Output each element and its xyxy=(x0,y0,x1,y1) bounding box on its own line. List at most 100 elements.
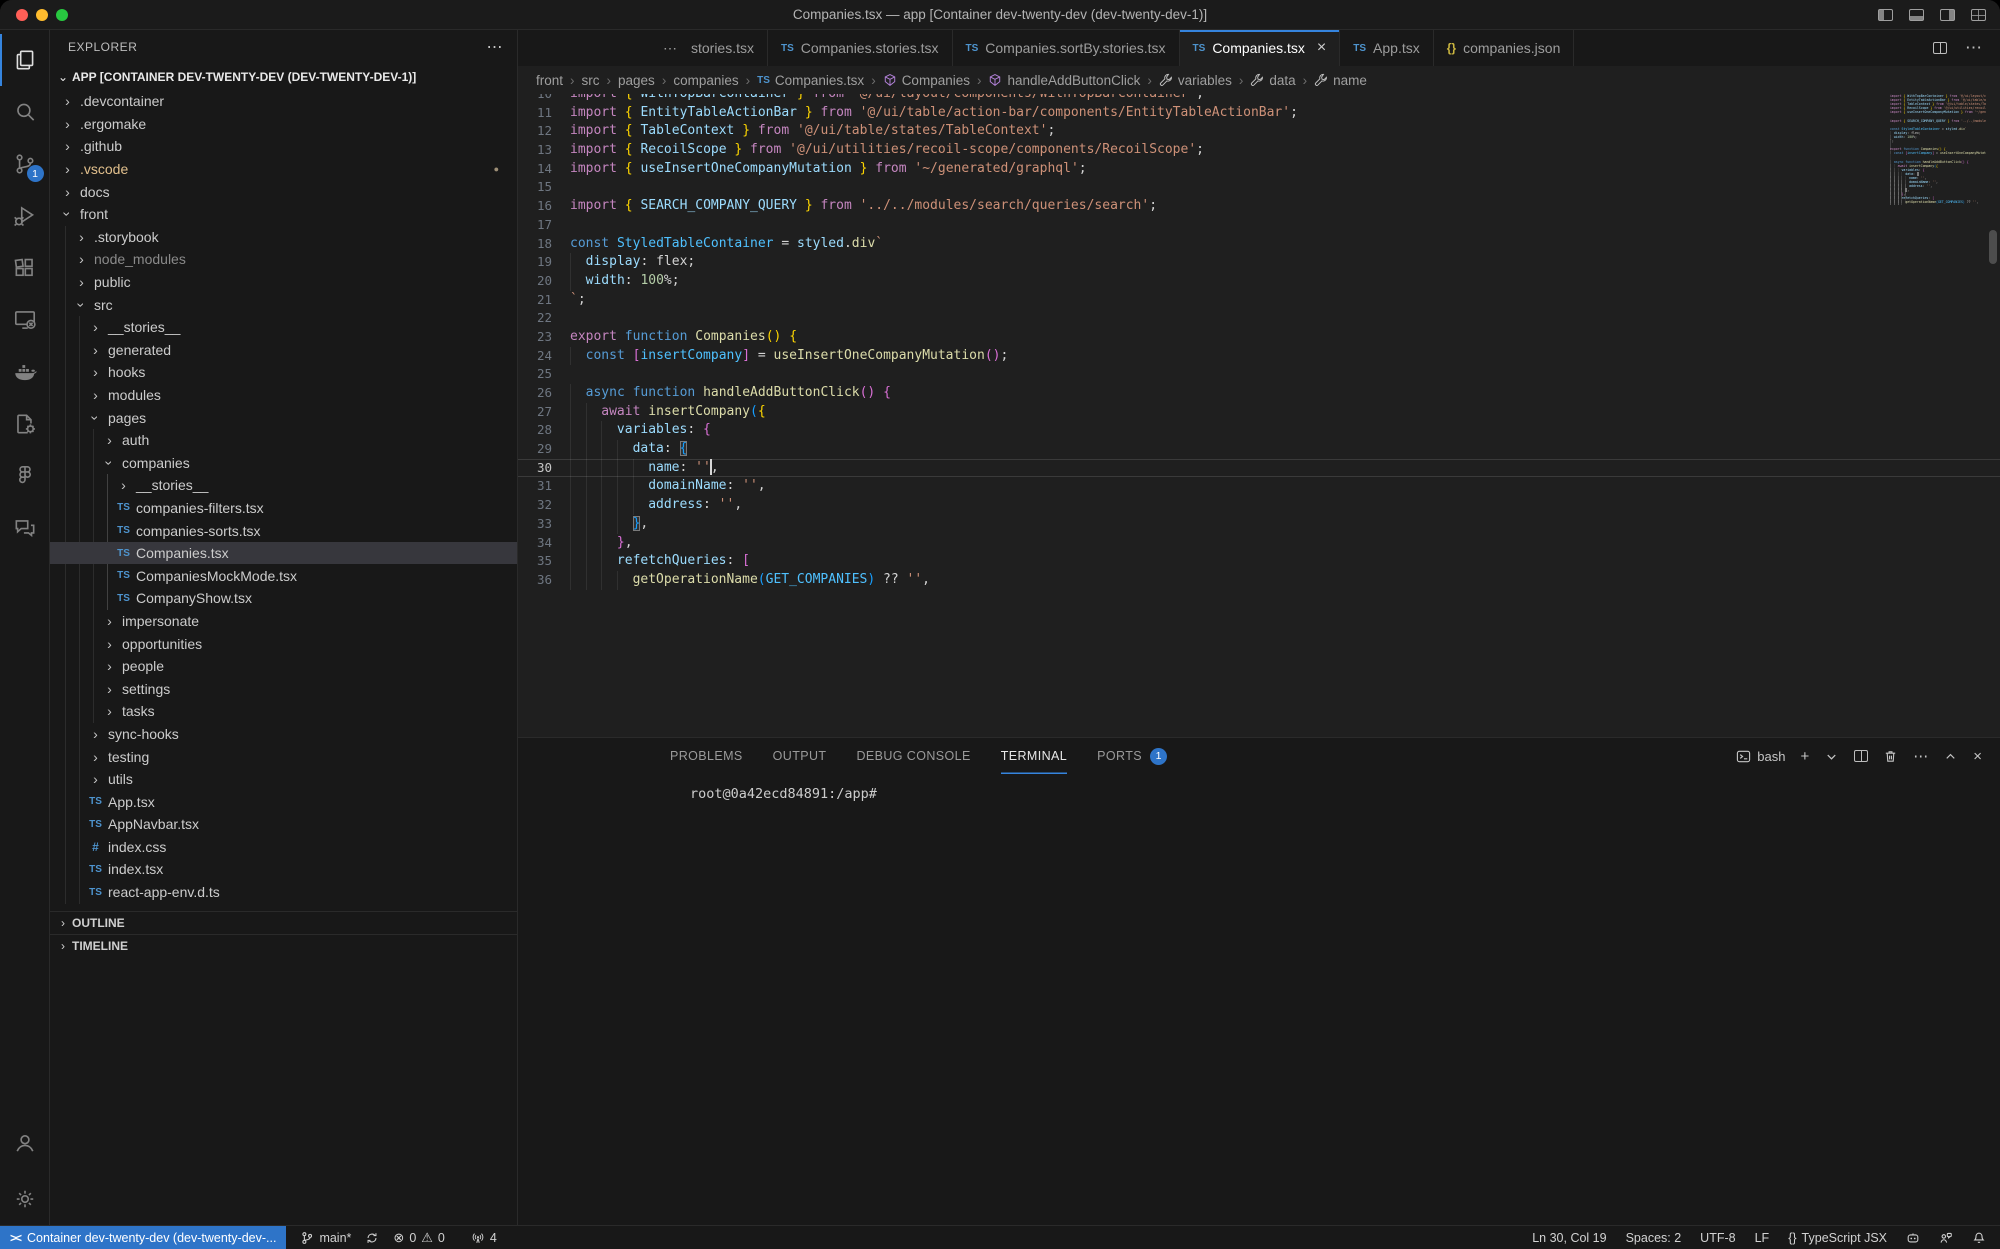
tree-item-tasks[interactable]: ›tasks xyxy=(50,700,517,723)
editor-scrollbar[interactable] xyxy=(1989,230,1997,264)
tab-stories-tsx[interactable]: ⋯stories.tsx xyxy=(518,30,768,66)
tree-item-docs[interactable]: ›docs xyxy=(50,180,517,203)
tree-item-stories[interactable]: ›__stories__ xyxy=(50,474,517,497)
breadcrumb-item-handleaddbuttonclick[interactable]: handleAddButtonClick xyxy=(988,73,1140,88)
tree-item-appnavbar-tsx[interactable]: TSAppNavbar.tsx xyxy=(50,813,517,836)
feedback-button[interactable] xyxy=(1939,1231,1953,1245)
close-window-button[interactable] xyxy=(16,9,28,21)
tree-item-node-modules[interactable]: ›node_modules xyxy=(50,248,517,271)
breadcrumb-item-name[interactable]: name xyxy=(1314,73,1367,88)
activity-item-settings[interactable] xyxy=(0,1173,50,1225)
timeline-section[interactable]: › TIMELINE xyxy=(50,934,517,957)
breadcrumb-item-variables[interactable]: variables xyxy=(1159,73,1232,88)
ports-indicator[interactable]: 4 xyxy=(471,1231,497,1245)
tree-item-generated[interactable]: ›generated xyxy=(50,339,517,362)
tree-item-front[interactable]: ›front xyxy=(50,203,517,226)
split-terminal-icon[interactable] xyxy=(1854,750,1868,762)
tree-item-vscode[interactable]: ›.vscode● xyxy=(50,158,517,181)
tree-item-companyshow-tsx[interactable]: TSCompanyShow.tsx xyxy=(50,587,517,610)
toggle-secondary-sidebar-icon[interactable] xyxy=(1940,9,1955,21)
tree-item-sync-hooks[interactable]: ›sync-hooks xyxy=(50,723,517,746)
tree-item-storybook[interactable]: ›.storybook xyxy=(50,226,517,249)
problems-indicator[interactable]: ⊗ 0 ⚠ 0 xyxy=(393,1230,444,1246)
sidebar-section-header[interactable]: ⌄ APP [CONTAINER DEV-TWENTY-DEV (DEV-TWE… xyxy=(50,64,517,90)
tree-item-people[interactable]: ›people xyxy=(50,655,517,678)
tree-item-companies-tsx[interactable]: TSCompanies.tsx xyxy=(50,542,517,565)
tree-item-app-tsx[interactable]: TSApp.tsx xyxy=(50,790,517,813)
breadcrumb-item-pages[interactable]: pages xyxy=(618,73,655,88)
terminal-shell-picker[interactable]: bash xyxy=(1736,749,1785,764)
tree-item-auth[interactable]: ›auth xyxy=(50,429,517,452)
panel-tab-ports[interactable]: PORTS1 xyxy=(1097,738,1167,774)
activity-item-accounts[interactable] xyxy=(0,1117,50,1169)
tree-item-github[interactable]: ›.github xyxy=(50,135,517,158)
tree-item-hooks[interactable]: ›hooks xyxy=(50,361,517,384)
panel-tab-output[interactable]: OUTPUT xyxy=(773,738,827,774)
code-editor[interactable]: 10import { WithTopBarContainer } from '@… xyxy=(518,94,2000,737)
breadcrumb-item-companies[interactable]: companies xyxy=(673,73,738,88)
indentation-setting[interactable]: Spaces: 2 xyxy=(1626,1231,1682,1245)
close-panel-icon[interactable]: × xyxy=(1973,748,1982,765)
activity-item-task-runner[interactable] xyxy=(0,398,50,450)
panel-tab-problems[interactable]: PROBLEMS xyxy=(670,738,743,774)
minimap[interactable]: import { WithTopBarContainer } from '@/u… xyxy=(1890,94,1986,205)
tree-item-stories[interactable]: ›__stories__ xyxy=(50,316,517,339)
sync-changes-button[interactable] xyxy=(365,1231,379,1245)
tree-item-react-app-env-d-ts[interactable]: TSreact-app-env.d.ts xyxy=(50,881,517,904)
panel-tab-terminal[interactable]: TERMINAL xyxy=(1001,738,1067,774)
zoom-window-button[interactable] xyxy=(56,9,68,21)
breadcrumb-item-companies[interactable]: Companies xyxy=(883,73,970,88)
tree-item-index-tsx[interactable]: TSindex.tsx xyxy=(50,858,517,881)
activity-item-search[interactable] xyxy=(0,86,50,138)
activity-item-docker[interactable] xyxy=(0,346,50,398)
activity-item-remote-explorer[interactable] xyxy=(0,294,50,346)
encoding-setting[interactable]: UTF-8 xyxy=(1700,1231,1735,1245)
terminal-dropdown-icon[interactable] xyxy=(1824,749,1839,764)
activity-item-figma[interactable] xyxy=(0,450,50,502)
outline-section[interactable]: › OUTLINE xyxy=(50,911,517,934)
maximize-panel-icon[interactable] xyxy=(1943,749,1958,764)
copilot-status[interactable] xyxy=(1906,1231,1920,1245)
tree-item-index-css[interactable]: #index.css xyxy=(50,836,517,859)
editor-more-actions-icon[interactable]: ⋯ xyxy=(1965,38,1982,58)
tab-companies-tsx[interactable]: TSCompanies.tsx× xyxy=(1180,30,1341,66)
toggle-panel-icon[interactable] xyxy=(1909,9,1924,21)
breadcrumb-item-front[interactable]: front xyxy=(536,73,563,88)
tree-item-companies-filters-tsx[interactable]: TScompanies-filters.tsx xyxy=(50,497,517,520)
tree-item-devcontainer[interactable]: ›.devcontainer xyxy=(50,90,517,113)
new-terminal-icon[interactable]: + xyxy=(1800,748,1809,765)
tab-companies-stories-tsx[interactable]: TSCompanies.stories.tsx xyxy=(768,30,953,66)
branch-indicator[interactable]: main* xyxy=(300,1231,351,1245)
tree-item-modules[interactable]: ›modules xyxy=(50,384,517,407)
toggle-sidebar-icon[interactable] xyxy=(1878,9,1893,21)
panel-tab-debug-console[interactable]: DEBUG CONSOLE xyxy=(856,738,970,774)
activity-item-source-control[interactable]: 1 xyxy=(0,138,50,190)
customize-layout-icon[interactable] xyxy=(1971,9,1986,21)
activity-item-run-and-debug[interactable] xyxy=(0,190,50,242)
activity-item-extensions[interactable] xyxy=(0,242,50,294)
tree-item-utils[interactable]: ›utils xyxy=(50,768,517,791)
tree-item-companiesmockmode-tsx[interactable]: TSCompaniesMockMode.tsx xyxy=(50,564,517,587)
close-tab-icon[interactable]: × xyxy=(1317,39,1326,57)
breadcrumb-item-data[interactable]: data xyxy=(1250,73,1295,88)
split-editor-icon[interactable] xyxy=(1933,42,1947,54)
tree-item-opportunities[interactable]: ›opportunities xyxy=(50,632,517,655)
activity-item-comments[interactable] xyxy=(0,502,50,554)
terminal-output[interactable]: root@0a42ecd84891:/app# xyxy=(518,774,2000,802)
tree-item-ergomake[interactable]: ›.ergomake xyxy=(50,113,517,136)
tree-item-companies[interactable]: ›companies xyxy=(50,452,517,475)
tree-item-impersonate[interactable]: ›impersonate xyxy=(50,610,517,633)
tree-item-testing[interactable]: ›testing xyxy=(50,745,517,768)
breadcrumb-item-src[interactable]: src xyxy=(582,73,600,88)
tree-item-settings[interactable]: ›settings xyxy=(50,677,517,700)
panel-more-actions-icon[interactable]: ⋯ xyxy=(1913,747,1928,765)
eol-setting[interactable]: LF xyxy=(1755,1231,1770,1245)
tree-item-public[interactable]: ›public xyxy=(50,271,517,294)
tab-companies-json[interactable]: {}companies.json xyxy=(1434,30,1575,66)
language-mode[interactable]: {} TypeScript JSX xyxy=(1788,1231,1887,1245)
tree-item-pages[interactable]: ›pages xyxy=(50,406,517,429)
activity-item-explorer[interactable] xyxy=(0,34,50,86)
remote-indicator[interactable]: >< Container dev-twenty-dev (dev-twenty-… xyxy=(0,1226,286,1249)
views-more-actions-icon[interactable]: ⋯ xyxy=(487,37,504,57)
minimize-window-button[interactable] xyxy=(36,9,48,21)
